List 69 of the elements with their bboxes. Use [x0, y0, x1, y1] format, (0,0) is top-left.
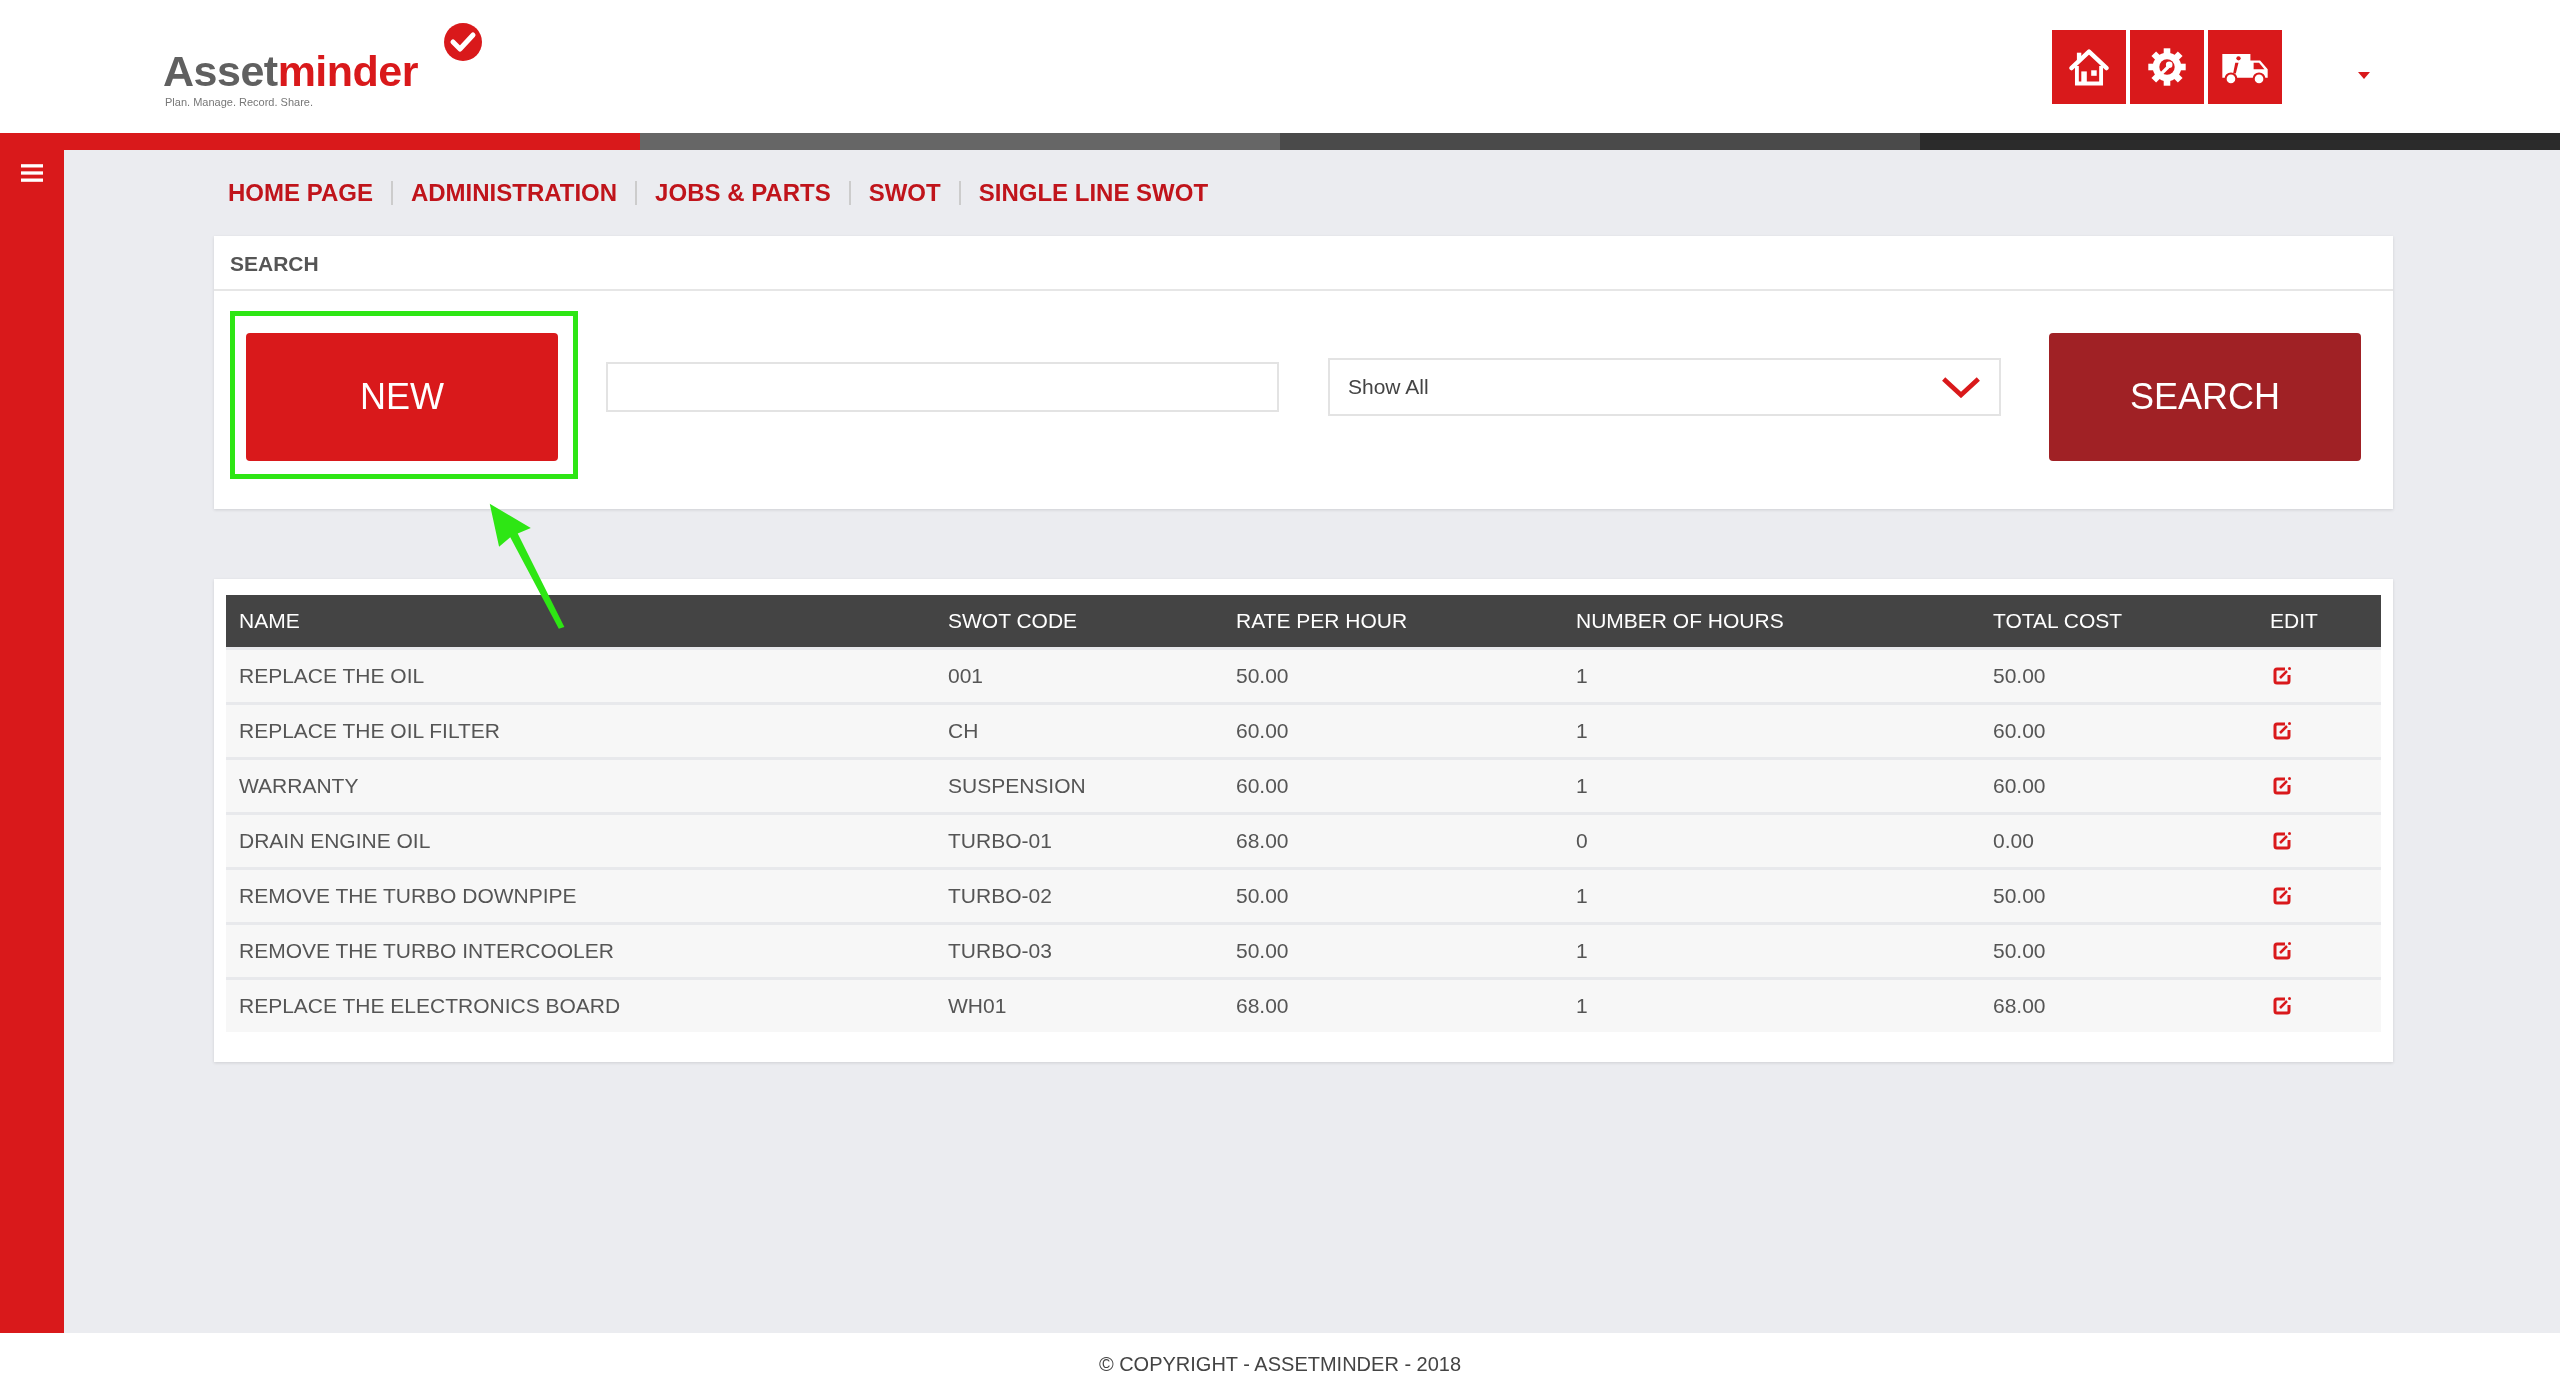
- column-header: RATE PER HOUR: [1223, 595, 1563, 649]
- table-cell: 50.00: [1223, 923, 1563, 979]
- table-cell: 1: [1563, 648, 1980, 704]
- table-cell: WARRANTY: [226, 758, 935, 814]
- table-cell: TURBO-03: [935, 923, 1223, 979]
- truck-info-icon[interactable]: [2208, 29, 2282, 104]
- edit-icon[interactable]: [2272, 886, 2292, 906]
- table-cell: TURBO-02: [935, 868, 1223, 924]
- gear-wrench-icon[interactable]: [2130, 29, 2204, 104]
- table-cell: REPLACE THE OIL: [226, 648, 935, 704]
- table-cell: 50.00: [1980, 868, 2257, 924]
- home-icon[interactable]: [2052, 29, 2126, 104]
- table-cell: 1: [1563, 758, 1980, 814]
- table-cell: 1: [1563, 868, 1980, 924]
- edit-icon[interactable]: [2272, 941, 2292, 961]
- breadcrumb-link[interactable]: HOME PAGE: [228, 179, 373, 207]
- table-cell: 1: [1563, 923, 1980, 979]
- table-cell: 50.00: [1980, 648, 2257, 704]
- table-cell: CH: [935, 703, 1223, 759]
- edit-icon[interactable]: [2272, 831, 2292, 851]
- table-cell: WH01: [935, 978, 1223, 1032]
- table-cell: 60.00: [1223, 758, 1563, 814]
- table-cell: 60.00: [1223, 703, 1563, 759]
- table-cell: 60.00: [1980, 703, 2257, 759]
- table-cell: REMOVE THE TURBO DOWNPIPE: [226, 868, 935, 924]
- copyright-text: © COPYRIGHT - ASSETMINDER - 2018: [1098, 1353, 1462, 1376]
- table-cell: 68.00: [1223, 813, 1563, 869]
- dropdown-caret-icon[interactable]: [2358, 72, 2370, 79]
- edit-icon[interactable]: [2272, 666, 2292, 686]
- table-cell: 50.00: [1223, 648, 1563, 704]
- table-cell: 50.00: [1980, 923, 2257, 979]
- table-cell: TURBO-01: [935, 813, 1223, 869]
- table-cell: 001: [935, 648, 1223, 704]
- breadcrumb-link[interactable]: JOBS & PARTS: [655, 179, 831, 207]
- checkmark-icon: [443, 21, 483, 62]
- panel-title: SEARCH: [214, 236, 2393, 291]
- column-header: TOTAL COST: [1980, 595, 2257, 649]
- logo-tagline: Plan. Manage. Record. Share.: [165, 95, 313, 108]
- column-header: NUMBER OF HOURS: [1563, 595, 1980, 649]
- table-cell: 68.00: [1980, 978, 2257, 1032]
- search-field[interactable]: [606, 362, 1279, 412]
- column-header: EDIT: [2257, 595, 2381, 649]
- table-cell: REPLACE THE OIL FILTER: [226, 703, 935, 759]
- edit-icon[interactable]: [2272, 721, 2292, 741]
- table-cell: 1: [1563, 978, 1980, 1032]
- table-cell: REPLACE THE ELECTRONICS BOARD: [226, 978, 935, 1032]
- table-cell: 0.00: [1980, 813, 2257, 869]
- table-cell: 0: [1563, 813, 1980, 869]
- chevron-icon: [1941, 376, 1981, 398]
- column-header: SWOT CODE: [935, 595, 1223, 649]
- breadcrumb-link[interactable]: ADMINISTRATION: [410, 179, 618, 207]
- table-cell: REMOVE THE TURBO INTERCOOLER: [226, 923, 935, 979]
- table-cell: 1: [1563, 703, 1980, 759]
- column-header: NAME: [226, 595, 935, 649]
- table-cell: SUSPENSION: [935, 758, 1223, 814]
- edit-icon[interactable]: [2272, 776, 2292, 796]
- table-cell: 50.00: [1223, 868, 1563, 924]
- table-cell: 60.00: [1980, 758, 2257, 814]
- logo-wordmark: Assetminder: [163, 49, 418, 93]
- table-cell: DRAIN ENGINE OIL: [226, 813, 935, 869]
- edit-icon[interactable]: [2272, 996, 2292, 1016]
- table-cell: 68.00: [1223, 978, 1563, 1032]
- assetminder-logo[interactable]: Assetminder Plan. Manage. Record. Share.: [163, 21, 493, 112]
- new-button[interactable]: NEW: [246, 333, 558, 461]
- filter-dropdown[interactable]: Show All: [1328, 358, 2001, 416]
- search-button[interactable]: SEARCH: [2049, 333, 2361, 461]
- breadcrumb-link[interactable]: SWOT: [868, 179, 941, 207]
- menu-icon[interactable]: [21, 164, 43, 182]
- breadcrumb-link[interactable]: SINGLE LINE SWOT: [978, 179, 1209, 207]
